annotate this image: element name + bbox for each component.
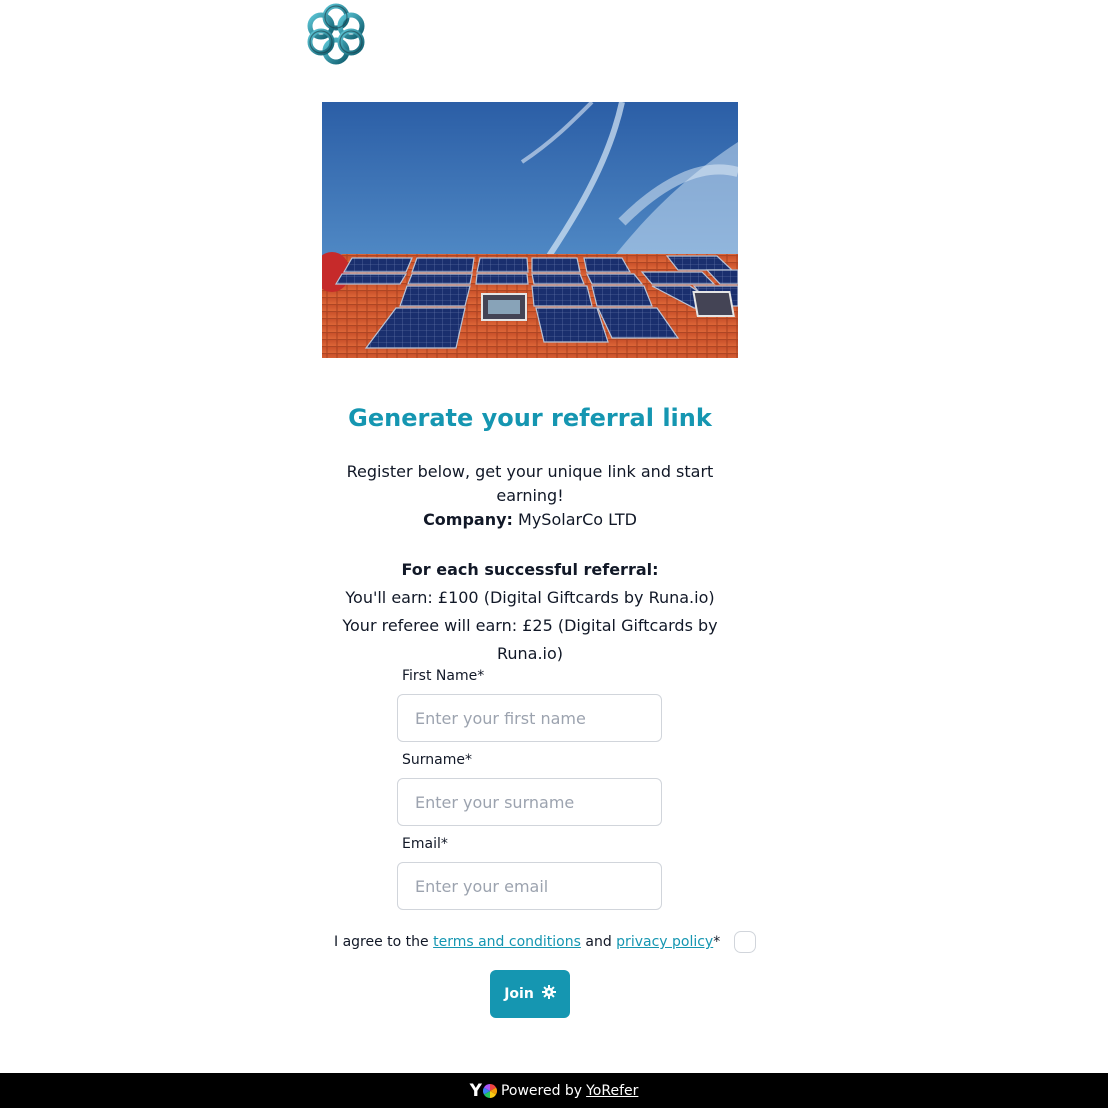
company-name: MySolarCo LTD [518,510,637,529]
agree-prefix: I agree to the [334,934,429,950]
agree-middle: and [585,934,612,950]
privacy-link[interactable]: privacy policy [616,934,713,950]
agree-terms-row: I agree to the terms and conditions and … [334,930,757,954]
surname-input[interactable] [397,778,662,826]
hero-image [322,102,738,358]
reward-referee-earns: Your referee will earn: £25 (Digital Gif… [342,616,718,663]
reward-you-earn: You'll earn: £100 (Digital Giftcards by … [345,588,715,607]
agree-required-mark: * [713,934,721,950]
powered-by-text: Powered by [500,1082,583,1099]
first-name-input[interactable] [397,694,662,742]
join-button-label: Join [504,986,534,1002]
referral-page: Generate your referral link Register bel… [0,0,1108,1108]
company-label: Company: [423,510,513,529]
company-logo-icon [305,2,367,66]
company-info: Company: MySolarCo LTD [322,508,738,532]
yorefer-logo-letter: Y [469,1080,482,1101]
gear-icon [541,985,556,1003]
surname-label: Surname* [402,752,472,768]
join-button[interactable]: Join [490,970,570,1018]
page-subtitle: Register below, get your unique link and… [346,462,714,505]
agree-checkbox[interactable] [734,931,757,953]
first-name-label: First Name* [402,668,485,684]
reward-heading: For each successful referral: [401,560,659,579]
email-input[interactable] [397,862,662,910]
page-title: Generate your referral link [348,404,712,432]
yorefer-link[interactable]: YoRefer [586,1083,638,1099]
reward-info: For each successful referral: You'll ear… [322,556,738,668]
footer: Y Powered by YoRefer [0,1073,1108,1108]
terms-link[interactable]: terms and conditions [433,934,581,950]
yorefer-logo-icon: Y [470,1081,497,1101]
email-label: Email* [402,836,448,852]
